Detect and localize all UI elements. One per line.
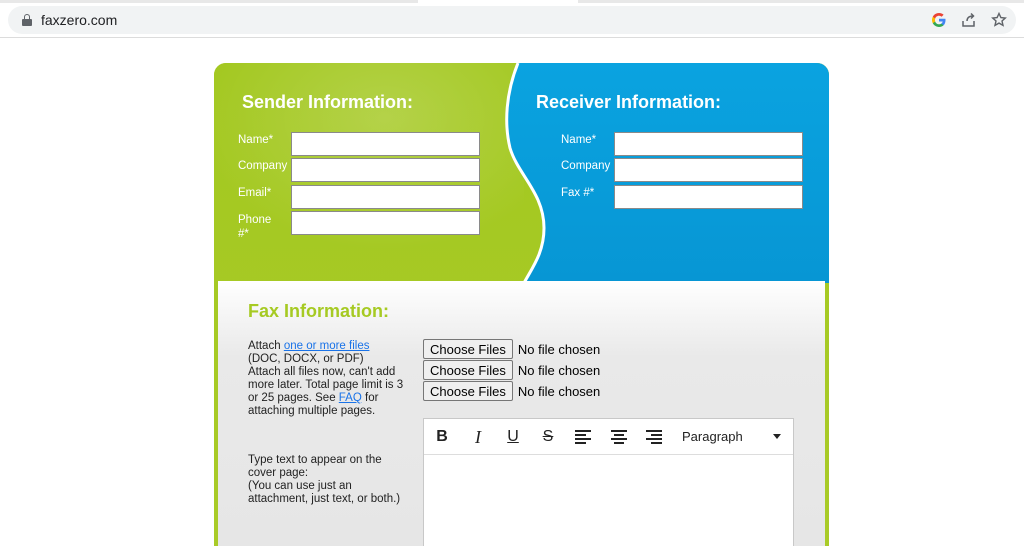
- chevron-down-icon[interactable]: [773, 434, 781, 439]
- tab-strip: [0, 0, 1024, 3]
- attach-line5-suffix: for: [361, 392, 379, 404]
- sender-company-label: Company: [238, 160, 288, 172]
- attach-note: Attach one or more files (DOC, DOCX, or …: [248, 340, 403, 418]
- sender-phone-input[interactable]: [291, 211, 480, 235]
- strikethrough-button[interactable]: S: [537, 427, 559, 447]
- receiver-company-input[interactable]: [614, 158, 803, 182]
- cover-line4: attachment, just text, or both.): [248, 493, 401, 505]
- editor-toolbar: B I U S Paragraph: [424, 419, 793, 455]
- file-input-3[interactable]: Choose Files No file chosen: [423, 381, 600, 401]
- sender-phone-label-line2: #*: [238, 228, 249, 240]
- no-file-chosen-2: No file chosen: [517, 362, 601, 378]
- attach-prefix: Attach: [248, 340, 284, 352]
- choose-files-button-3[interactable]: Choose Files: [423, 381, 513, 401]
- lock-icon[interactable]: [22, 14, 32, 26]
- receiver-name-label: Name*: [561, 134, 597, 146]
- sender-company-input[interactable]: [291, 158, 480, 182]
- attach-line3: Attach all files now, can't add: [248, 366, 396, 378]
- receiver-fax-label: Fax #*: [561, 187, 595, 199]
- attach-line4: more later. Total page limit is 3: [248, 379, 404, 391]
- sender-phone-label: Phone #*: [238, 213, 271, 241]
- cover-line3: (You can use just an: [248, 480, 352, 492]
- share-icon[interactable]: [959, 10, 979, 30]
- cover-note: Type text to appear on the cover page: (…: [248, 454, 400, 506]
- browser-toolbar: faxzero.com: [0, 0, 1024, 38]
- sender-email-input[interactable]: [291, 185, 480, 209]
- attach-line5-prefix: or 25 pages. See: [248, 392, 339, 404]
- choose-files-button-1[interactable]: Choose Files: [423, 339, 513, 359]
- sender-phone-label-line1: Phone: [238, 214, 272, 226]
- align-right-icon[interactable]: [643, 427, 665, 447]
- faq-link[interactable]: FAQ: [339, 392, 362, 404]
- italic-button[interactable]: I: [467, 427, 489, 447]
- receiver-name-input[interactable]: [614, 132, 803, 156]
- address-bar[interactable]: faxzero.com: [8, 6, 1016, 34]
- attach-line6: attaching multiple pages.: [248, 405, 376, 417]
- no-file-chosen-3: No file chosen: [517, 383, 601, 399]
- cover-line1: Type text to appear on the: [248, 454, 382, 466]
- fax-form-panel: Sender Information: Receiver Information…: [214, 63, 829, 546]
- google-icon[interactable]: [929, 10, 949, 30]
- receiver-title: Receiver Information:: [536, 92, 722, 112]
- file-input-2[interactable]: Choose Files No file chosen: [423, 360, 600, 380]
- choose-files-button-2[interactable]: Choose Files: [423, 360, 513, 380]
- cover-text-editor[interactable]: B I U S Paragraph: [423, 418, 794, 546]
- fax-information-box: Fax Information: Attach one or more file…: [218, 281, 825, 546]
- sender-name-label: Name*: [238, 134, 274, 146]
- fax-title: Fax Information:: [248, 301, 390, 321]
- active-tab[interactable]: [418, 0, 578, 3]
- sender-email-label: Email*: [238, 187, 272, 199]
- receiver-company-label: Company: [561, 160, 611, 172]
- bold-button[interactable]: B: [431, 427, 453, 447]
- align-center-icon[interactable]: [608, 427, 630, 447]
- attach-formats: (DOC, DOCX, or PDF): [248, 353, 364, 365]
- underline-button[interactable]: U: [502, 427, 524, 447]
- sender-title: Sender Information:: [242, 92, 414, 112]
- no-file-chosen-1: No file chosen: [517, 341, 601, 357]
- sender-name-input[interactable]: [291, 132, 480, 156]
- block-format-select[interactable]: Paragraph: [682, 429, 743, 444]
- bookmark-star-icon[interactable]: [989, 10, 1009, 30]
- url-text[interactable]: faxzero.com: [41, 12, 117, 28]
- receiver-fax-input[interactable]: [614, 185, 803, 209]
- file-input-1[interactable]: Choose Files No file chosen: [423, 339, 600, 359]
- cover-line2: cover page:: [248, 467, 309, 479]
- one-or-more-files-link[interactable]: one or more files: [284, 340, 370, 352]
- align-left-icon[interactable]: [572, 427, 594, 447]
